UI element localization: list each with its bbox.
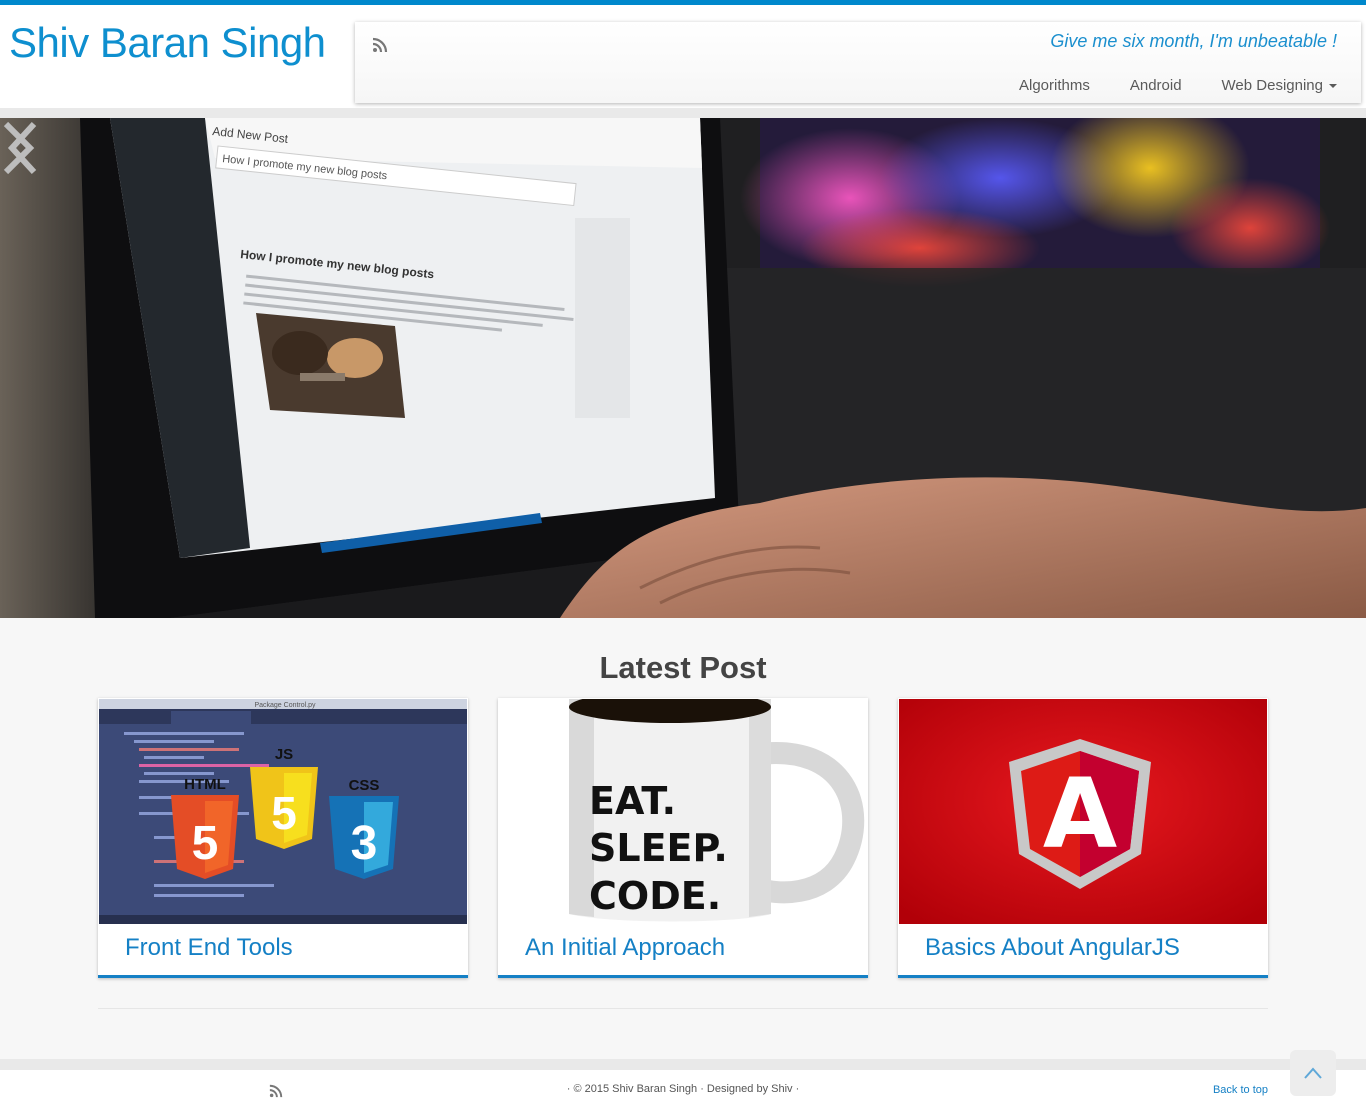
site-title[interactable]: Shiv Baran Singh [9,19,326,67]
header-separator [0,108,1366,118]
hero-slide-image: Add New Post How I promote my new blog p… [0,118,1366,618]
css3-number: 3 [351,817,378,870]
html-label: HTML [184,776,226,793]
back-to-top-link[interactable]: Back to top [1213,1084,1268,1096]
main-menu: Algorithms Android Web Designing [1019,77,1337,94]
post-card-angularjs[interactable]: A Basics About AngularJS [898,698,1268,978]
footer-separator [0,1059,1366,1070]
mug-word-sleep: SLEEP. [589,826,728,870]
window-title: Package Control.py [254,702,316,709]
mug-word-eat: EAT. [589,779,676,823]
js-label: JS [275,746,293,763]
tagline: Give me six month, I'm unbeatable ! [1050,31,1337,51]
post-title[interactable]: Front End Tools [125,934,293,962]
post-thumbnail: EAT. SLEEP. CODE. [499,699,867,924]
coffee-mug-image: EAT. SLEEP. CODE. [499,699,867,924]
post-thumbnail: A [899,699,1267,924]
menu-item-web-designing-label: Web Designing [1221,77,1323,94]
post-card-front-end-tools[interactable]: Package Control.py 5 HTML 5 JS 3 CSS Fro… [98,698,468,978]
chevron-right-icon[interactable] [0,118,40,178]
menu-item-web-designing[interactable]: Web Designing [1222,77,1337,94]
post-title[interactable]: An Initial Approach [525,934,725,962]
content-divider [98,1008,1268,1009]
navbar: Give me six month, I'm unbeatable ! Algo… [355,22,1361,103]
angular-letter: A [1043,758,1117,870]
html5-number: 5 [192,817,219,870]
caret-down-icon [1329,84,1337,89]
menu-item-algorithms[interactable]: Algorithms [1019,77,1090,94]
site-header: Shiv Baran Singh Give me six month, I'm … [0,5,1366,108]
scroll-to-top-button[interactable] [1290,1050,1336,1096]
chevron-up-icon [1304,1067,1322,1079]
mug-word-code: CODE. [589,874,721,918]
site-footer: · © 2015 Shiv Baran Singh · Designed by … [0,1070,1366,1120]
copyright-text: · © 2015 Shiv Baran Singh · Designed by … [566,1083,800,1095]
menu-item-android[interactable]: Android [1130,77,1182,94]
code-editor-image: Package Control.py 5 HTML 5 JS 3 CSS [99,699,467,924]
angular-logo-image: A [899,699,1267,924]
post-card-initial-approach[interactable]: EAT. SLEEP. CODE. An Initial Approach [498,698,868,978]
rss-icon[interactable] [372,37,388,53]
hero-slider: Add New Post How I promote my new blog p… [0,118,1366,618]
js-number: 5 [271,787,297,839]
post-thumbnail: Package Control.py 5 HTML 5 JS 3 CSS [99,699,467,924]
css-label: CSS [349,777,380,794]
post-title[interactable]: Basics About AngularJS [925,934,1180,962]
latest-post-heading: Latest Post [599,650,767,685]
